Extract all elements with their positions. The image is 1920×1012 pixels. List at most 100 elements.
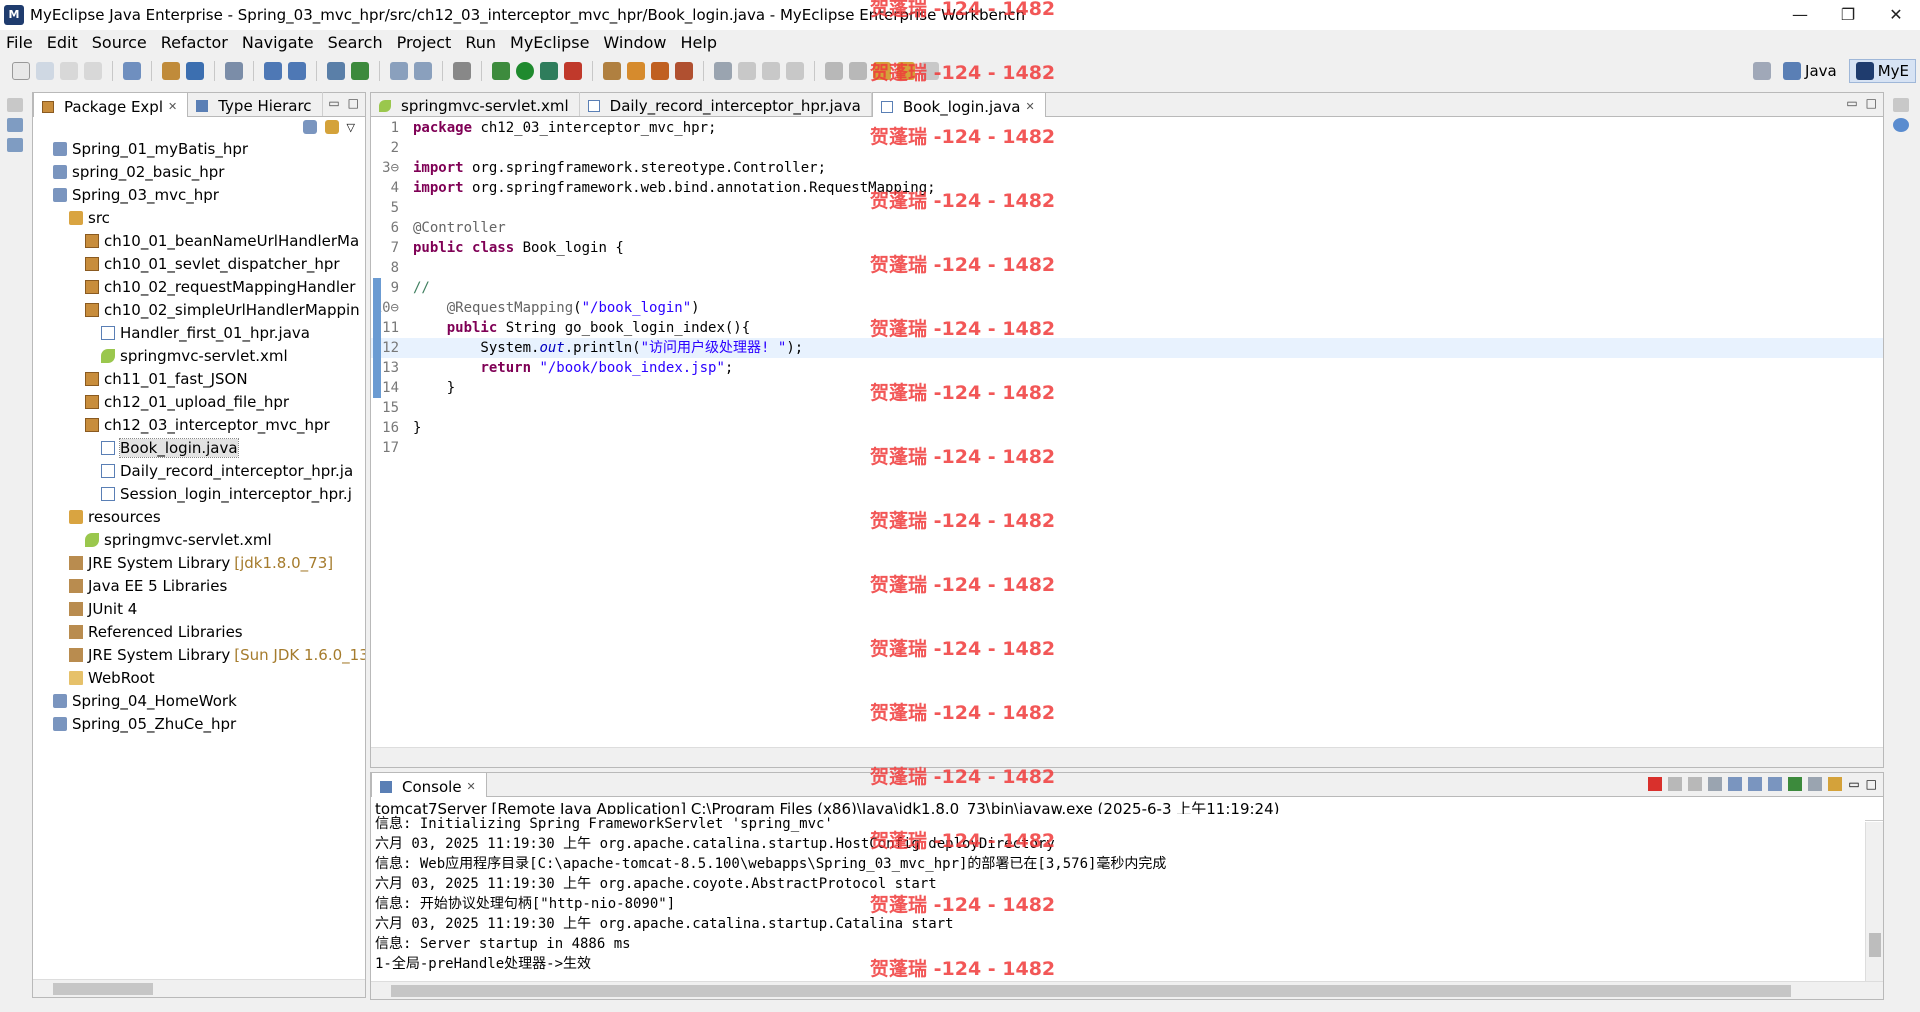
save-icon[interactable] <box>36 62 54 80</box>
outline-view-icon[interactable] <box>7 118 23 132</box>
toolbar-extra-3-icon[interactable] <box>651 62 669 80</box>
tree-item[interactable]: ch10_01_sevlet_dispatcher_hpr <box>33 252 365 275</box>
tree-item[interactable]: JUnit 4 <box>33 597 365 620</box>
menu-edit[interactable]: Edit <box>47 33 78 52</box>
display-console-icon[interactable] <box>1808 777 1823 791</box>
tree-item[interactable]: Book_login.java <box>33 436 365 459</box>
tree-item[interactable]: Spring_05_ZhuCe_hpr <box>33 712 365 735</box>
tree-item[interactable]: Session_login_interceptor_hpr.j <box>33 482 365 505</box>
scrollbar-thumb[interactable] <box>1869 933 1881 957</box>
tab-package-explorer[interactable]: Package Expl ✕ <box>33 92 189 117</box>
collapse-all-icon[interactable] <box>302 120 317 134</box>
search-icon[interactable] <box>390 62 408 80</box>
menu-navigate[interactable]: Navigate <box>242 33 314 52</box>
toolbar-extra-2-icon[interactable] <box>627 62 645 80</box>
tree-item[interactable]: Handler_first_01_hpr.java <box>33 321 365 344</box>
prev-annotation-icon[interactable] <box>849 62 867 80</box>
maximize-view-icon[interactable]: □ <box>348 96 359 110</box>
minimize-view-icon[interactable]: ▭ <box>1846 96 1857 110</box>
tree-item[interactable]: ch10_02_requestMappingHandler <box>33 275 365 298</box>
view-menu-icon[interactable]: ▽ <box>347 121 355 134</box>
close-icon[interactable]: ✕ <box>1025 100 1034 113</box>
myeclipse-perspective[interactable]: MyE <box>1848 59 1916 83</box>
close-icon[interactable]: ✕ <box>168 100 177 113</box>
close-icon[interactable]: ✕ <box>467 780 476 793</box>
new-icon[interactable] <box>12 62 30 80</box>
tab-daily-record-interceptor[interactable]: Daily_record_interceptor_hpr.java <box>580 92 872 116</box>
hierarchy-view-icon[interactable] <box>7 138 23 152</box>
back-arrow-icon[interactable] <box>897 62 915 80</box>
browser-icon[interactable] <box>288 62 306 80</box>
maximize-view-icon[interactable]: □ <box>1866 96 1877 110</box>
code-editor[interactable]: 1 package ch12_03_interceptor_mvc_hpr; 2 3⊖… <box>371 118 1883 745</box>
show-whitespace-icon[interactable] <box>786 62 804 80</box>
java-perspective[interactable]: Java <box>1777 60 1843 82</box>
deploy-icon[interactable] <box>225 62 243 80</box>
tab-type-hierarchy[interactable]: Type Hierarc <box>188 92 323 116</box>
new-class-icon[interactable] <box>186 62 204 80</box>
console-output[interactable]: 信息: Initializing Spring FrameworkServlet… <box>371 814 1865 981</box>
tree-item[interactable]: resources <box>33 505 365 528</box>
open-perspective-icon[interactable] <box>1753 62 1772 80</box>
tree-item[interactable]: ch11_01_fast_JSON <box>33 367 365 390</box>
open-console-icon[interactable] <box>1828 777 1843 791</box>
remove-launch-icon[interactable] <box>1668 777 1683 791</box>
save-all-icon[interactable] <box>60 62 78 80</box>
show-on-output-icon[interactable] <box>1768 777 1783 791</box>
toggle-mark-icon[interactable] <box>738 62 756 80</box>
word-wrap-icon[interactable] <box>1748 777 1763 791</box>
menu-run[interactable]: Run <box>465 33 496 52</box>
minimize-view-icon[interactable]: ▭ <box>328 96 339 110</box>
menu-source[interactable]: Source <box>92 33 147 52</box>
tree-item[interactable]: ch10_02_simpleUrlHandlerMappin <box>33 298 365 321</box>
task-icon[interactable] <box>414 62 432 80</box>
tree-item[interactable]: src <box>33 206 365 229</box>
maximize-view-icon[interactable]: □ <box>1866 777 1877 791</box>
tree-item[interactable]: springmvc-servlet.xml <box>33 344 365 367</box>
pin-console-icon[interactable] <box>1788 777 1803 791</box>
menu-search[interactable]: Search <box>328 33 383 52</box>
tree-item[interactable]: Spring_03_mvc_hpr <box>33 183 365 206</box>
tree-item[interactable]: JRE System Library [jdk1.8.0_73] <box>33 551 365 574</box>
tree-item[interactable]: Referenced Libraries <box>33 620 365 643</box>
scroll-lock-icon[interactable] <box>1728 777 1743 791</box>
scrollbar-thumb[interactable] <box>53 983 153 995</box>
link-with-editor-icon[interactable] <box>324 120 339 134</box>
console-vertical-scrollbar[interactable] <box>1865 822 1883 981</box>
tree-item[interactable]: ch12_01_upload_file_hpr <box>33 390 365 413</box>
toolbar-extra-1-icon[interactable] <box>603 62 621 80</box>
tree-item[interactable]: ch10_01_beanNameUrlHandlerMa <box>33 229 365 252</box>
open-perspective-icon[interactable] <box>327 62 345 80</box>
block-selection-icon[interactable] <box>762 62 780 80</box>
tree-item[interactable]: WebRoot <box>33 666 365 689</box>
globe-icon[interactable] <box>351 62 369 80</box>
next-annotation-icon[interactable] <box>825 62 843 80</box>
screen-capture-icon[interactable] <box>453 62 471 80</box>
server-icon[interactable] <box>264 62 282 80</box>
run-icon[interactable] <box>516 62 534 80</box>
print-icon[interactable] <box>84 62 102 80</box>
console-horizontal-scrollbar[interactable] <box>371 981 1883 999</box>
tree-item[interactable]: Daily_record_interceptor_hpr.ja <box>33 459 365 482</box>
tree-item[interactable]: Java EE 5 Libraries <box>33 574 365 597</box>
close-button[interactable]: ✕ <box>1872 0 1920 30</box>
tree-item[interactable]: springmvc-servlet.xml <box>33 528 365 551</box>
editor-horizontal-scrollbar[interactable] <box>371 747 1883 767</box>
menu-file[interactable]: File <box>6 33 33 52</box>
minimize-button[interactable]: — <box>1776 0 1824 30</box>
tab-springmvc-servlet-xml[interactable]: springmvc-servlet.xml <box>371 92 580 116</box>
restore-right-icon[interactable] <box>1893 98 1909 112</box>
last-edit-icon[interactable] <box>873 62 891 80</box>
annotation-nav-icon[interactable] <box>714 62 732 80</box>
tab-book-login[interactable]: Book_login.java ✕ <box>871 92 1046 117</box>
restore-icon[interactable] <box>7 98 23 112</box>
tree-item[interactable]: Spring_01_myBatis_hpr <box>33 137 365 160</box>
debug-icon[interactable] <box>492 62 510 80</box>
minimize-view-icon[interactable]: ▭ <box>1848 777 1859 791</box>
terminate-icon[interactable] <box>1648 777 1663 791</box>
scrollbar-thumb[interactable] <box>391 985 1791 997</box>
external-tools-icon[interactable] <box>564 62 582 80</box>
new-package-icon[interactable] <box>162 62 180 80</box>
tree-item[interactable]: JRE System Library [Sun JDK 1.6.0_13] <box>33 643 365 666</box>
menu-project[interactable]: Project <box>397 33 452 52</box>
